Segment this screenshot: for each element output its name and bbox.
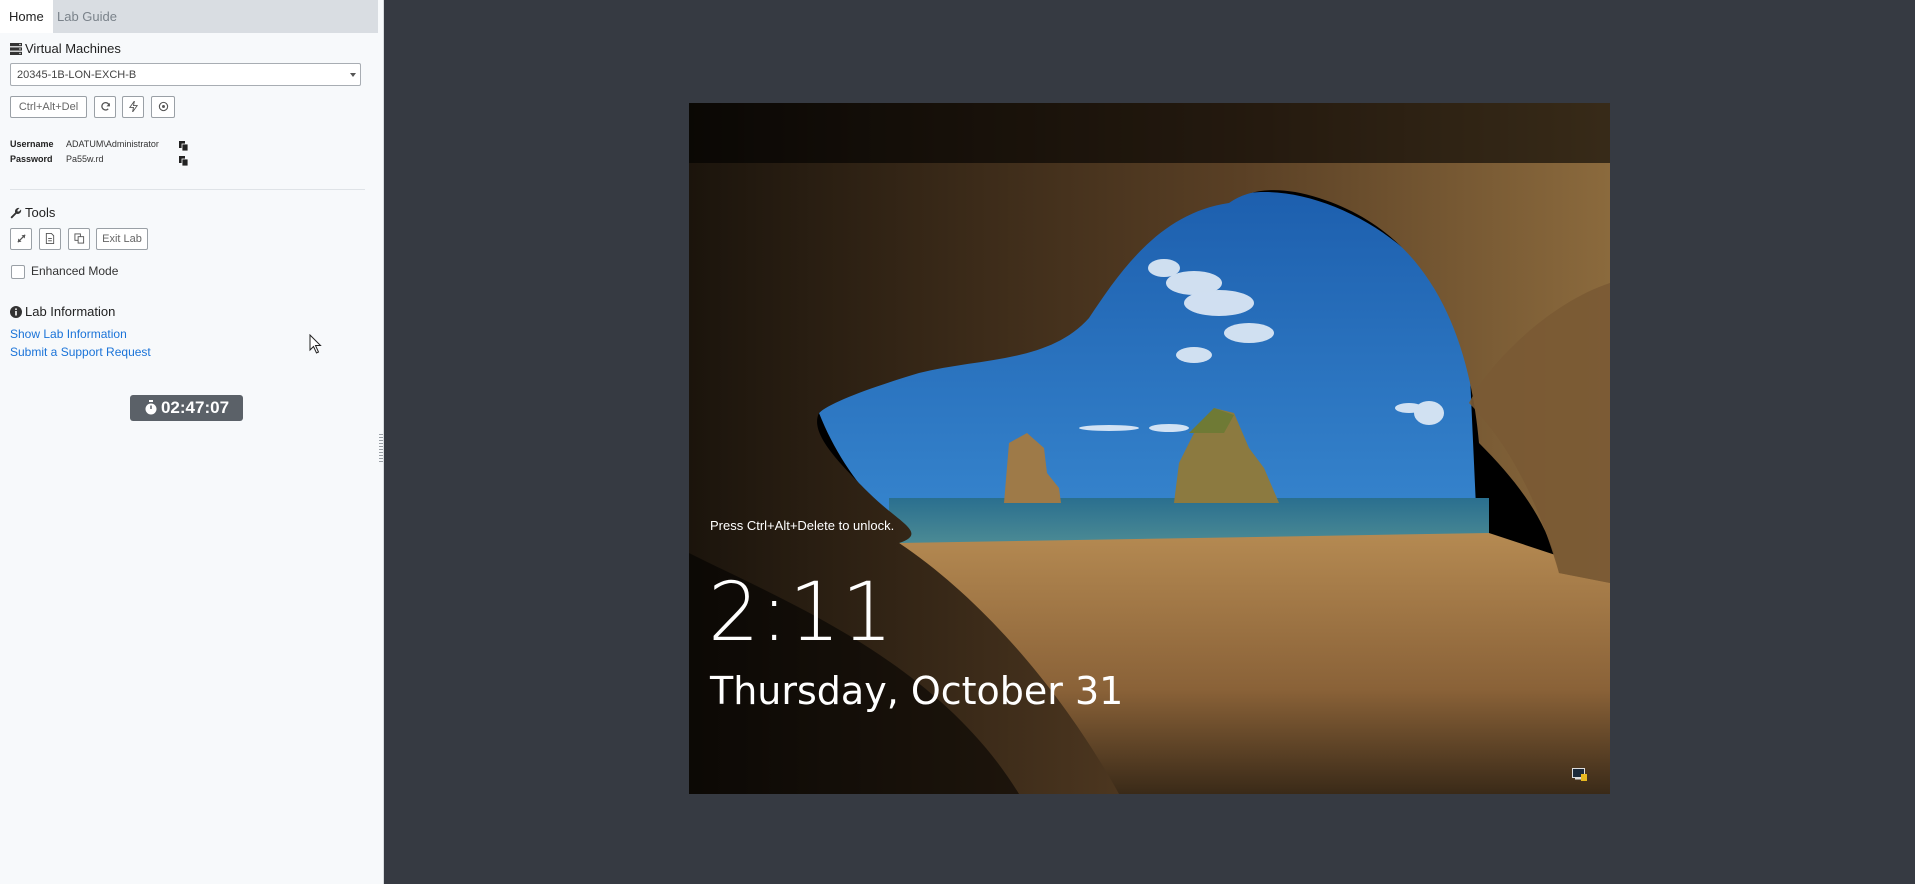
power-icon [128, 100, 138, 113]
password-value: Pa55w.rd [66, 154, 104, 164]
lab-info-section-heading: Lab Information [10, 304, 115, 319]
timer-value: 02:47:07 [160, 398, 230, 417]
copy-icon [179, 141, 189, 152]
enhanced-mode-label[interactable]: Enhanced Mode [31, 264, 118, 278]
tools-heading-label: Tools [25, 205, 56, 220]
username-label: Username [10, 139, 54, 149]
show-lab-information-link[interactable]: Show Lab Information [10, 327, 127, 341]
copy-clipboard-button[interactable] [68, 228, 90, 250]
panel-resize-handle[interactable] [379, 434, 383, 464]
stopwatch-icon [145, 400, 157, 415]
refresh-icon [100, 102, 110, 111]
copy-icon [179, 156, 189, 167]
refresh-button[interactable] [94, 96, 116, 118]
reset-button[interactable] [151, 96, 175, 118]
info-icon [10, 306, 22, 318]
server-icon [10, 43, 22, 55]
copy-password-button[interactable] [179, 153, 189, 171]
lab-timer: 02:47:07 [130, 395, 243, 421]
unlock-hint: Press Ctrl+Alt+Delete to unlock. [710, 518, 895, 533]
lock-screen-time: 2:11 [708, 566, 894, 660]
mouse-cursor-icon [309, 334, 322, 354]
copy-icon [73, 233, 84, 244]
document-icon [45, 233, 55, 244]
document-button[interactable] [39, 228, 61, 250]
username-value: ADATUM\Administrator [66, 139, 159, 149]
vm-selected-value: 20345-1B-LON-EXCH-B [17, 69, 137, 81]
exit-lab-button[interactable]: Exit Lab [96, 228, 148, 250]
submit-support-request-link[interactable]: Submit a Support Request [10, 345, 151, 359]
lab-sidebar: Home Lab Guide Virtual Machines 20345-1B… [0, 0, 384, 884]
tools-section-heading: Tools [10, 205, 55, 220]
vm-select[interactable]: 20345-1B-LON-EXCH-B [10, 63, 361, 86]
vm-section-heading: Virtual Machines [10, 41, 121, 56]
resize-button[interactable] [10, 228, 32, 250]
tab-bar: Home Lab Guide [0, 0, 378, 33]
network-icon[interactable] [1572, 768, 1588, 782]
vm-heading-label: Virtual Machines [25, 41, 121, 56]
lab-info-heading-label: Lab Information [25, 304, 116, 319]
wrench-icon [10, 207, 22, 219]
ctrl-alt-del-button[interactable]: Ctrl+Alt+Del [10, 96, 87, 118]
remote-vm-screen[interactable]: Press Ctrl+Alt+Delete to unlock. 2:11 Th… [689, 103, 1610, 794]
reset-icon [158, 101, 168, 112]
resize-icon [16, 234, 26, 243]
power-button[interactable] [122, 96, 144, 118]
tab-home[interactable]: Home [0, 0, 53, 33]
password-label: Password [10, 154, 53, 164]
lock-screen-date: Thursday, October 31 [710, 669, 1124, 713]
divider [10, 189, 365, 190]
tab-lab-guide[interactable]: Lab Guide [48, 0, 126, 33]
enhanced-mode-checkbox[interactable] [11, 265, 25, 279]
chevron-down-icon [350, 73, 356, 77]
